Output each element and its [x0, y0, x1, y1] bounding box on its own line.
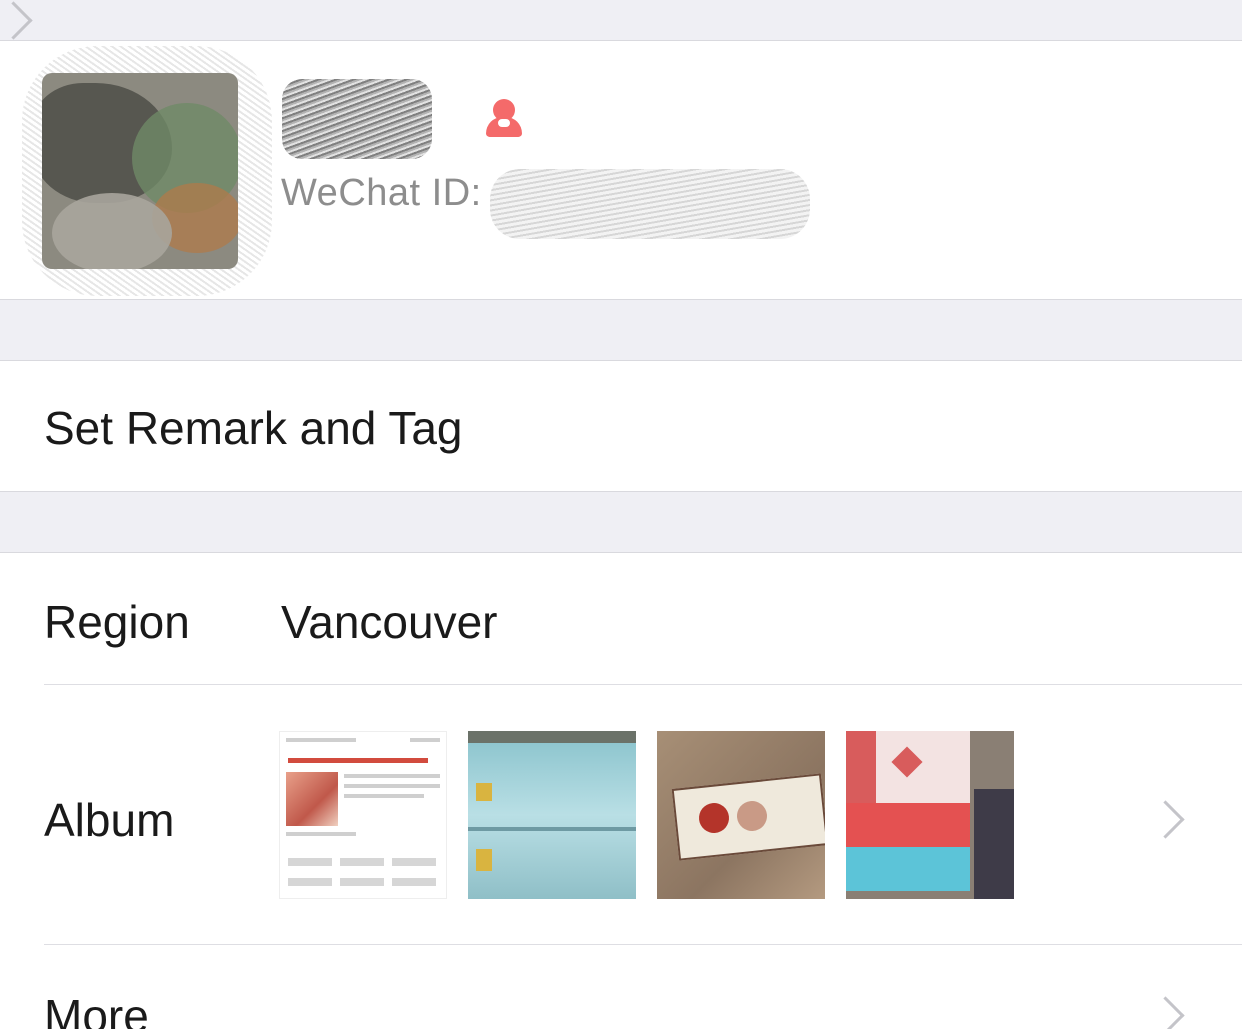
chevron-right-icon [0, 0, 24, 40]
album-thumbnail-4[interactable] [846, 731, 1014, 899]
region-label: Region [44, 596, 190, 648]
set-remark-and-tag-row[interactable]: Set Remark and Tag [0, 360, 1242, 492]
profile-header: WeChat ID: [0, 40, 1242, 300]
name-redaction [282, 79, 432, 159]
divider [44, 944, 1242, 945]
chevron-right-icon [1152, 799, 1176, 839]
album-label: Album [44, 794, 175, 846]
wechat-id-label: WeChat ID: [281, 172, 482, 214]
album-thumbnail-2[interactable] [468, 731, 636, 899]
avatar[interactable] [42, 73, 238, 269]
female-icon [486, 99, 522, 139]
album-thumbnail-1[interactable] [279, 731, 447, 899]
more-label: More [44, 990, 149, 1029]
details-section: Region Vancouver Album More [0, 552, 1242, 1029]
wechat-id-redaction [490, 169, 810, 239]
divider [44, 684, 1242, 685]
album-thumbnail-3[interactable] [657, 731, 825, 899]
set-remark-and-tag-label: Set Remark and Tag [44, 402, 463, 454]
chevron-right-icon [1152, 995, 1176, 1029]
region-value: Vancouver [281, 596, 498, 648]
top-gap [0, 0, 1242, 40]
